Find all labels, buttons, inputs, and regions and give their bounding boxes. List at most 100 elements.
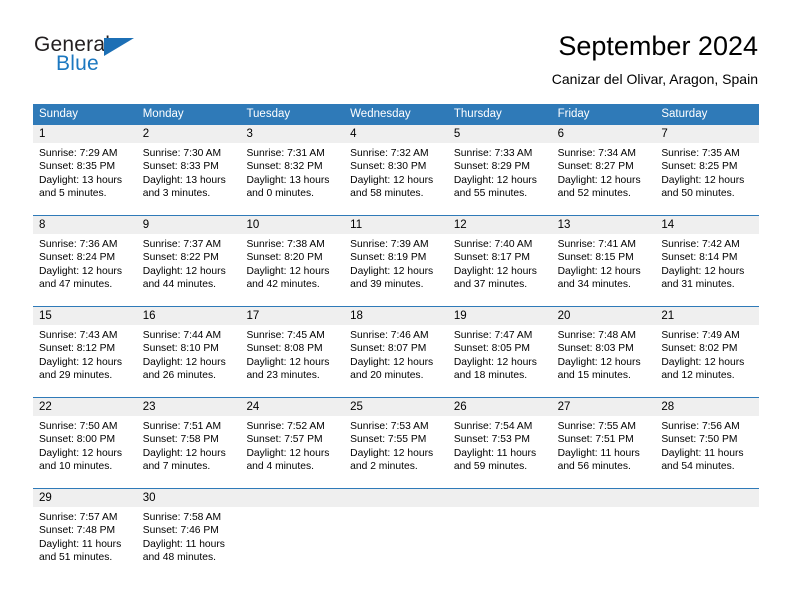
calendar-day-cell[interactable]: 9 Sunrise: 7:37 AM Sunset: 8:22 PM Daylight…: [136, 216, 241, 306]
daylight-duration-line1: Daylight: 11 hours: [39, 538, 122, 550]
sunrise-time: Sunrise: 7:44 AM: [142, 330, 222, 341]
daylight-duration-line2: and 48 minutes.: [142, 552, 216, 564]
calendar-day-cell[interactable]: 6 Sunrise: 7:34 AM Sunset: 8:27 PM Daylight…: [551, 125, 656, 215]
calendar-day-cell[interactable]: 19 Sunrise: 7:47 AM Sunset: 8:05 PM Dayligh…: [447, 307, 552, 397]
day-details: Sunrise: 7:46 AM Sunset: 8:07 PM Daylight:…: [344, 325, 448, 383]
sunset-time: Sunset: 7:55 PM: [350, 434, 427, 446]
daylight-duration-line1: Daylight: 12 hours: [142, 356, 226, 368]
day-number: 4: [350, 128, 357, 140]
daylight-duration-line2: and 5 minutes.: [39, 188, 107, 200]
sunset-time: Sunset: 7:53 PM: [453, 434, 531, 446]
daylight-duration-line1: Daylight: 12 hours: [661, 265, 745, 277]
day-number-band: 23: [136, 398, 241, 416]
calendar-day-cell[interactable]: 12 Sunrise: 7:40 AM Sunset: 8:17 PM Dayligh…: [447, 216, 552, 306]
calendar-day-cell[interactable]: 30 Sunrise: 7:58 AM Sunset: 7:46 PM Dayligh…: [136, 489, 241, 579]
calendar-day-cell[interactable]: 1 Sunrise: 7:29 AM Sunset: 8:35 PM Daylight…: [33, 125, 137, 215]
calendar-day-cell[interactable]: 27 Sunrise: 7:55 AM Sunset: 7:51 PM Dayligh…: [551, 398, 656, 488]
daylight-duration-line2: and 44 minutes.: [142, 279, 216, 291]
day-details: Sunrise: 7:48 AM Sunset: 8:03 PM Daylight:…: [552, 325, 656, 383]
daylight-duration-line1: Daylight: 12 hours: [246, 265, 330, 277]
calendar-week-row: 22 Sunrise: 7:50 AM Sunset: 8:00 PM Dayligh…: [33, 397, 760, 488]
sunset-time: Sunset: 8:07 PM: [350, 343, 427, 355]
calendar-day-cell[interactable]: 13 Sunrise: 7:41 AM Sunset: 8:15 PM Dayligh…: [551, 216, 656, 306]
calendar-day-cell[interactable]: 23 Sunrise: 7:51 AM Sunset: 7:58 PM Dayligh…: [136, 398, 241, 488]
day-number-band: [240, 489, 345, 507]
daylight-duration-line1: Daylight: 11 hours: [453, 447, 537, 459]
day-number-band: 8: [33, 216, 137, 234]
calendar-day-cell[interactable]: 18 Sunrise: 7:46 AM Sunset: 8:07 PM Dayligh…: [344, 307, 448, 397]
day-details: Sunrise: 7:44 AM Sunset: 8:10 PM Daylight:…: [137, 325, 241, 383]
calendar-day-cell[interactable]: 3 Sunrise: 7:31 AM Sunset: 8:32 PM Daylight…: [240, 125, 345, 215]
calendar-day-cell[interactable]: 28 Sunrise: 7:56 AM Sunset: 7:50 PM Dayligh…: [655, 398, 760, 488]
brand-logo[interactable]: General Blue: [34, 33, 194, 81]
page-subtitle: Canizar del Olivar, Aragon, Spain: [551, 71, 758, 87]
sunset-time: Sunset: 8:20 PM: [246, 252, 323, 264]
calendar-day-cell[interactable]: 24 Sunrise: 7:52 AM Sunset: 7:57 PM Dayligh…: [240, 398, 345, 488]
day-number-band: 20: [551, 307, 656, 325]
calendar-day-cell[interactable]: 5 Sunrise: 7:33 AM Sunset: 8:29 PM Daylight…: [447, 125, 552, 215]
calendar-day-cell[interactable]: 16 Sunrise: 7:44 AM Sunset: 8:10 PM Dayligh…: [136, 307, 241, 397]
sunrise-time: Sunrise: 7:41 AM: [557, 239, 637, 250]
sunset-time: Sunset: 8:22 PM: [142, 252, 219, 264]
day-number: 5: [453, 128, 461, 140]
day-details: Sunrise: 7:56 AM Sunset: 7:50 PM Daylight:…: [655, 416, 759, 474]
calendar-day-cell[interactable]: 10 Sunrise: 7:38 AM Sunset: 8:20 PM Dayligh…: [240, 216, 345, 306]
day-number-band: 9: [136, 216, 241, 234]
sunset-time: Sunset: 7:46 PM: [142, 525, 219, 537]
daylight-duration-line1: Daylight: 12 hours: [557, 265, 641, 277]
daylight-duration-line2: and 54 minutes.: [661, 461, 735, 473]
sunset-time: Sunset: 8:10 PM: [142, 343, 219, 355]
sunset-time: Sunset: 8:12 PM: [39, 343, 116, 355]
sunrise-time: Sunrise: 7:58 AM: [142, 512, 222, 523]
day-details: Sunrise: 7:39 AM Sunset: 8:19 PM Daylight:…: [344, 234, 448, 292]
day-details: Sunrise: 7:29 AM Sunset: 8:35 PM Daylight:…: [33, 143, 137, 201]
daylight-duration-line2: and 50 minutes.: [661, 188, 735, 200]
day-number-band: 15: [33, 307, 137, 325]
calendar-day-cell[interactable]: 2 Sunrise: 7:30 AM Sunset: 8:33 PM Daylight…: [136, 125, 241, 215]
sunset-time: Sunset: 8:32 PM: [246, 161, 323, 173]
day-details: Sunrise: 7:58 AM Sunset: 7:46 PM Daylight:…: [137, 507, 241, 565]
calendar-day-cell[interactable]: 17 Sunrise: 7:45 AM Sunset: 8:08 PM Dayligh…: [240, 307, 345, 397]
calendar-day-cell[interactable]: 7 Sunrise: 7:35 AM Sunset: 8:25 PM Daylight…: [655, 125, 760, 215]
title-block: September 2024 Canizar del Olivar, Arago…: [552, 30, 758, 88]
day-number: 6: [557, 128, 564, 140]
calendar-day-cell[interactable]: 4 Sunrise: 7:32 AM Sunset: 8:30 PM Daylight…: [344, 125, 448, 215]
calendar-day-cell[interactable]: 26 Sunrise: 7:54 AM Sunset: 7:53 PM Dayligh…: [447, 398, 552, 488]
sunset-time: Sunset: 8:14 PM: [661, 252, 738, 264]
calendar-day-cell-empty: [551, 489, 656, 579]
sunset-time: Sunset: 7:50 PM: [661, 434, 738, 446]
calendar-week-row: 15 Sunrise: 7:43 AM Sunset: 8:12 PM Dayligh…: [33, 306, 760, 397]
calendar-day-cell[interactable]: 29 Sunrise: 7:57 AM Sunset: 7:48 PM Dayligh…: [33, 489, 137, 579]
weekday-header-tuesday: Tuesday: [246, 108, 291, 120]
calendar-day-cell[interactable]: 25 Sunrise: 7:53 AM Sunset: 7:55 PM Dayligh…: [344, 398, 448, 488]
day-details: Sunrise: 7:43 AM Sunset: 8:12 PM Daylight:…: [33, 325, 137, 383]
day-details: [448, 507, 552, 511]
daylight-duration-line2: and 37 minutes.: [453, 279, 528, 291]
sunrise-time: Sunrise: 7:52 AM: [246, 421, 325, 432]
day-details: [552, 507, 656, 511]
calendar-day-cell[interactable]: 14 Sunrise: 7:42 AM Sunset: 8:14 PM Dayligh…: [655, 216, 760, 306]
calendar-day-cell[interactable]: 15 Sunrise: 7:43 AM Sunset: 8:12 PM Dayligh…: [33, 307, 137, 397]
sunrise-time: Sunrise: 7:39 AM: [350, 239, 429, 250]
calendar-day-cell[interactable]: 21 Sunrise: 7:49 AM Sunset: 8:02 PM Dayligh…: [655, 307, 760, 397]
day-number-band: 29: [33, 489, 137, 507]
day-number: 8: [39, 219, 46, 231]
calendar-day-cell[interactable]: 22 Sunrise: 7:50 AM Sunset: 8:00 PM Dayligh…: [33, 398, 137, 488]
sunrise-time: Sunrise: 7:49 AM: [661, 330, 740, 341]
day-number: 26: [453, 401, 467, 413]
calendar-day-cell[interactable]: 8 Sunrise: 7:36 AM Sunset: 8:24 PM Daylight…: [33, 216, 137, 306]
day-details: Sunrise: 7:52 AM Sunset: 7:57 PM Daylight:…: [240, 416, 344, 474]
day-number-band: 16: [136, 307, 241, 325]
calendar-day-cell[interactable]: 20 Sunrise: 7:48 AM Sunset: 8:03 PM Dayligh…: [551, 307, 656, 397]
day-details: Sunrise: 7:32 AM Sunset: 8:30 PM Daylight:…: [344, 143, 448, 201]
sunset-time: Sunset: 8:27 PM: [557, 161, 634, 173]
day-number-band: 6: [551, 125, 656, 143]
day-number: 29: [39, 492, 52, 504]
calendar-week-row: 8 Sunrise: 7:36 AM Sunset: 8:24 PM Daylight…: [33, 215, 760, 306]
daylight-duration-line2: and 18 minutes.: [453, 370, 528, 382]
day-details: Sunrise: 7:42 AM Sunset: 8:14 PM Daylight:…: [655, 234, 759, 292]
calendar-day-cell[interactable]: 11 Sunrise: 7:39 AM Sunset: 8:19 PM Dayligh…: [344, 216, 448, 306]
daylight-duration-line1: Daylight: 12 hours: [453, 356, 537, 368]
daylight-duration-line2: and 23 minutes.: [246, 370, 320, 382]
day-number: 27: [557, 401, 571, 413]
